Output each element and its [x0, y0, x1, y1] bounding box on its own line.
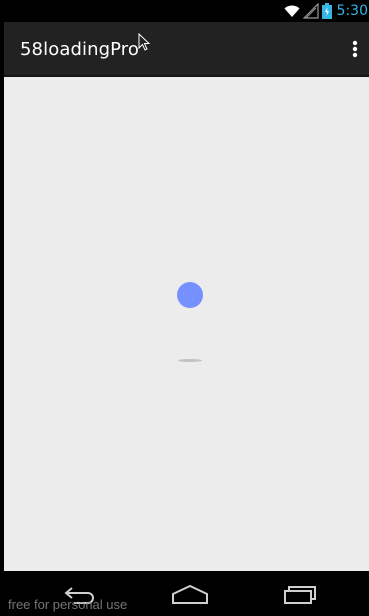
watermark-text: free for personal use — [8, 597, 128, 612]
loading-ball — [177, 282, 203, 308]
recent-apps-button[interactable] — [278, 579, 322, 609]
recent-apps-icon — [284, 586, 316, 604]
overflow-menu-icon — [352, 40, 358, 57]
device-screen: 5:30 58loadingPro free for personal use — [0, 0, 369, 616]
home-icon — [172, 584, 208, 604]
action-bar: 58loadingPro — [4, 22, 369, 77]
left-edge — [0, 0, 4, 616]
signal-icon — [302, 2, 319, 19]
loading-shadow — [178, 359, 202, 362]
content-area — [4, 77, 369, 571]
app-title: 58loadingPro — [20, 39, 139, 60]
overflow-menu-button[interactable] — [341, 22, 369, 75]
battery-icon — [321, 3, 332, 19]
status-bar: 5:30 — [0, 0, 369, 22]
wifi-icon — [284, 3, 300, 19]
status-icons: 5:30 — [284, 0, 369, 22]
mouse-cursor-icon — [138, 32, 152, 53]
status-time: 5:30 — [336, 3, 368, 19]
home-button[interactable] — [168, 579, 212, 609]
